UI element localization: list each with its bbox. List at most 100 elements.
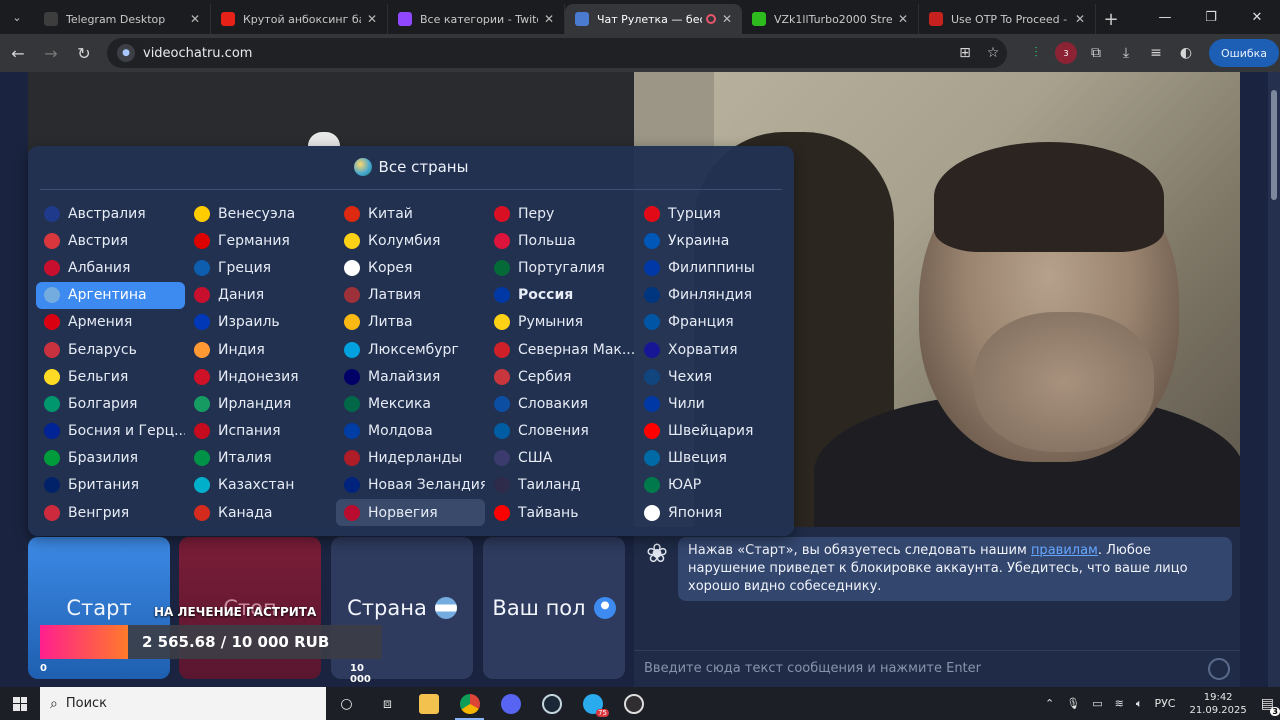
download-icon[interactable]: ⤓ [1111, 45, 1141, 61]
country-option[interactable]: Чехия [636, 363, 785, 390]
close-tab-icon[interactable]: ✕ [544, 12, 554, 26]
country-option[interactable]: Норвегия [336, 499, 485, 527]
country-option[interactable]: Турция [636, 200, 785, 227]
tab-search-icon[interactable]: ⌄ [0, 0, 34, 34]
steam-icon[interactable] [531, 687, 572, 720]
close-window-icon[interactable]: ✕ [1234, 0, 1280, 34]
country-option[interactable]: Колумбия [336, 227, 485, 254]
country-option[interactable]: Австралия [36, 200, 185, 227]
taskbar-search[interactable]: ⌕ Поиск [40, 687, 326, 720]
new-tab-icon[interactable]: + [1096, 4, 1126, 34]
country-option[interactable]: Индонезия [186, 363, 335, 390]
country-option[interactable]: Беларусь [36, 336, 185, 363]
windows-start-icon[interactable] [0, 687, 40, 720]
country-option[interactable]: Финляндия [636, 282, 785, 309]
country-option[interactable]: Греция [186, 254, 335, 281]
extensions-puzzle-icon[interactable]: ⧉ [1081, 45, 1111, 61]
browser-tab[interactable]: Крутой анбоксинг бабушк ✕ [211, 4, 388, 34]
country-option[interactable]: Сербия [486, 363, 635, 390]
country-option[interactable]: Украина [636, 227, 785, 254]
country-option[interactable]: Филиппины [636, 254, 785, 281]
site-info-icon[interactable]: ● [117, 44, 135, 62]
country-option[interactable]: Словакия [486, 390, 635, 417]
emoji-icon[interactable] [1208, 658, 1230, 680]
country-option[interactable]: Израиль [186, 309, 335, 336]
country-option[interactable]: Молдова [336, 418, 485, 445]
close-tab-icon[interactable]: ✕ [898, 12, 908, 26]
country-option[interactable]: ЮАР [636, 472, 785, 499]
country-option[interactable]: Швейцария [636, 418, 785, 445]
battery-icon[interactable]: ▭ [1092, 697, 1102, 710]
close-tab-icon[interactable]: ✕ [367, 12, 377, 26]
country-option[interactable]: Франция [636, 309, 785, 336]
country-option[interactable]: Аргентина [36, 281, 185, 309]
country-option[interactable]: Швеция [636, 445, 785, 472]
back-icon[interactable]: ← [3, 38, 33, 68]
country-option[interactable]: Новая Зеландия [336, 472, 485, 499]
country-option[interactable]: Тайвань [486, 499, 635, 526]
country-option[interactable]: США [486, 445, 635, 472]
country-option[interactable]: Люксембург [336, 336, 485, 363]
country-option[interactable]: Латвия [336, 282, 485, 309]
restore-icon[interactable]: ❐ [1188, 0, 1234, 34]
country-option[interactable]: Германия [186, 227, 335, 254]
browser-tab[interactable]: VZk1llTurbo2000 Stream - ✕ [742, 4, 919, 34]
reload-icon[interactable]: ↻ [69, 38, 99, 68]
country-option[interactable]: Литва [336, 309, 485, 336]
country-option[interactable]: Армения [36, 309, 185, 336]
gender-button[interactable]: Ваш пол [483, 537, 625, 679]
country-option[interactable]: Словения [486, 418, 635, 445]
extension-tuner-icon[interactable]: ⫶ [1021, 45, 1051, 61]
microphone-icon[interactable]: 🎙︎ [1066, 697, 1080, 710]
minimize-icon[interactable]: — [1142, 0, 1188, 34]
close-tab-icon[interactable]: ✕ [190, 12, 200, 26]
country-option[interactable]: Болгария [36, 390, 185, 417]
browser-tab[interactable]: Telegram Desktop ✕ [34, 4, 211, 34]
country-option[interactable]: Казахстан [186, 472, 335, 499]
country-option[interactable]: Северная Мак... [486, 336, 635, 363]
extension-badge-icon[interactable]: 3 [1055, 42, 1077, 64]
country-option[interactable]: Италия [186, 445, 335, 472]
country-option[interactable]: Дания [186, 282, 335, 309]
country-option[interactable]: Венесуэла [186, 200, 335, 227]
all-countries-option[interactable]: Все страны [28, 158, 794, 176]
country-option[interactable]: Румыния [486, 309, 635, 336]
country-option[interactable]: Польша [486, 227, 635, 254]
rules-link[interactable]: правилам [1031, 543, 1098, 558]
browser-tab[interactable]: Чат Рулетка — беспл ✕ [565, 4, 742, 34]
country-option[interactable]: Ирландия [186, 390, 335, 417]
country-option[interactable]: Китай [336, 200, 485, 227]
country-option[interactable]: Нидерланды [336, 445, 485, 472]
browser-tab[interactable]: Use OTP To Proceed - dsfs ✕ [919, 4, 1096, 34]
telegram-icon[interactable]: 75 [572, 687, 613, 720]
country-option[interactable]: Канада [186, 499, 335, 526]
language-indicator[interactable]: РУС [1154, 697, 1175, 710]
country-option[interactable]: Босния и Герц... [36, 418, 185, 445]
task-view-icon[interactable]: ⧈ [367, 687, 408, 720]
media-control-icon[interactable]: ≡ [1141, 45, 1171, 61]
country-option[interactable]: Индия [186, 336, 335, 363]
country-option[interactable]: Япония [636, 499, 785, 526]
address-bar[interactable]: ● videochatru.com ⊞ ☆ [107, 38, 1007, 68]
country-option[interactable]: Бразилия [36, 445, 185, 472]
country-option[interactable]: Чили [636, 390, 785, 417]
country-option[interactable]: Перу [486, 200, 635, 227]
country-option[interactable]: Бельгия [36, 363, 185, 390]
wifi-icon[interactable]: ≋ [1115, 697, 1124, 710]
chat-input[interactable]: Введите сюда текст сообщения и нажмите E… [634, 650, 1240, 686]
country-option[interactable]: Албания [36, 254, 185, 281]
country-option[interactable]: Австрия [36, 227, 185, 254]
country-option[interactable]: Таиланд [486, 472, 635, 499]
country-option[interactable]: Венгрия [36, 499, 185, 526]
file-explorer-icon[interactable] [408, 687, 449, 720]
close-tab-icon[interactable]: ✕ [722, 12, 732, 26]
country-option[interactable]: Мексика [336, 390, 485, 417]
profile-avatar-icon[interactable]: ◐ [1171, 45, 1201, 61]
page-scrollbar[interactable] [1268, 72, 1280, 687]
show-hidden-icons-icon[interactable]: ⌃ [1045, 697, 1054, 710]
close-tab-icon[interactable]: ✕ [1075, 12, 1085, 26]
chrome-icon[interactable] [449, 687, 490, 720]
error-button[interactable]: Ошибка [1209, 39, 1280, 67]
obs-icon[interactable] [613, 687, 654, 720]
country-option[interactable]: Португалия [486, 254, 635, 281]
